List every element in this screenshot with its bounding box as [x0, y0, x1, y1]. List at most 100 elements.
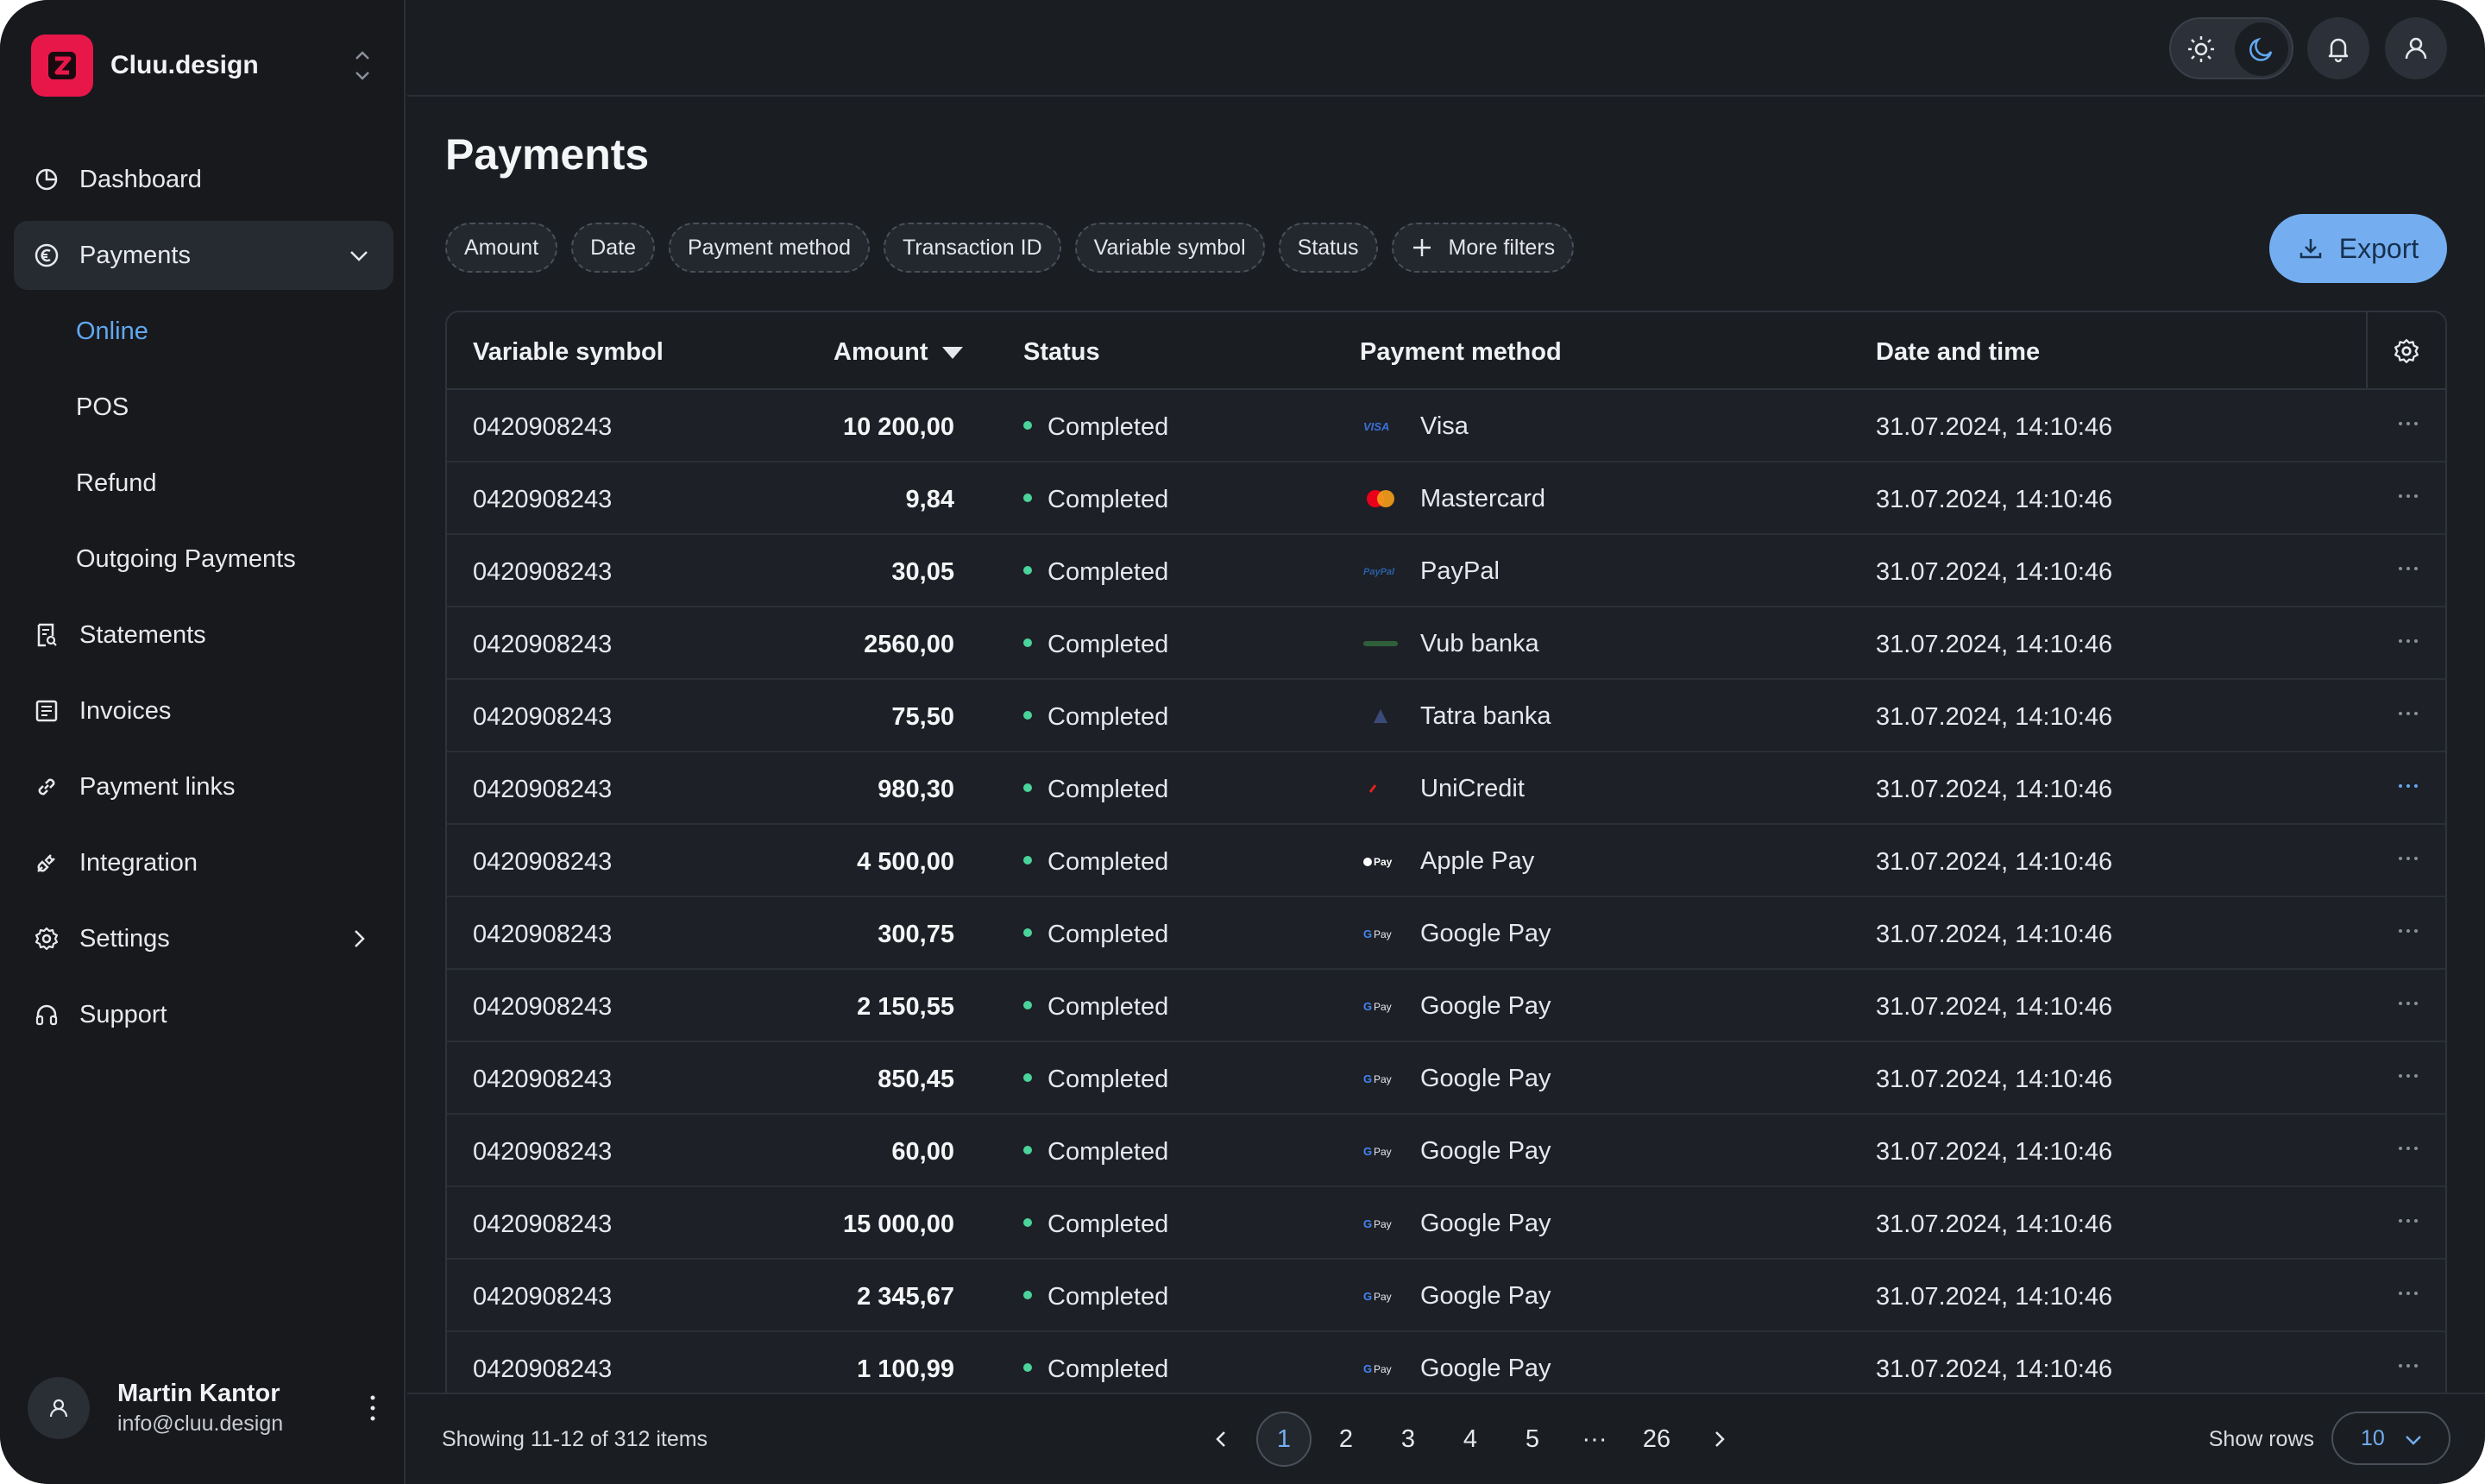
- filter-chip-date[interactable]: Date: [571, 223, 655, 273]
- sidebar-item-support[interactable]: Support: [14, 980, 393, 1049]
- more-horizontal-icon[interactable]: [2395, 990, 2421, 1016]
- page-4-button[interactable]: 4: [1443, 1412, 1498, 1467]
- sidebar-item-settings[interactable]: Settings: [14, 904, 393, 973]
- mastercard-logo-icon: [1360, 481, 1401, 516]
- filter-chip-transaction-id[interactable]: Transaction ID: [883, 223, 1061, 273]
- filter-chip-status[interactable]: Status: [1278, 223, 1378, 273]
- applepay-logo-icon: Pay: [1360, 844, 1401, 878]
- table-row[interactable]: 0420908243 75,50 Completed Tatra banka 31.07…: [447, 680, 2445, 752]
- user-profile[interactable]: Martin Kantor info@cluu.design: [28, 1374, 381, 1443]
- filter-bar: Amount Date Payment method Transaction I…: [445, 223, 1588, 273]
- more-horizontal-icon[interactable]: [2395, 1208, 2421, 1234]
- table-row[interactable]: 0420908243 10 200,00 Completed VISA Visa 31.0…: [447, 390, 2445, 462]
- status-dot-icon: [1023, 638, 1032, 648]
- table-row[interactable]: 0420908243 2560,00 Completed Vub banka 31.07…: [447, 607, 2445, 680]
- table-row[interactable]: 0420908243 9,84 Completed Mastercard 31.07.2…: [447, 462, 2445, 535]
- column-header-date[interactable]: Date and time: [1876, 338, 2040, 367]
- moon-icon[interactable]: [2235, 22, 2288, 76]
- column-header-status[interactable]: Status: [1023, 338, 1100, 367]
- brand-switcher[interactable]: Cluu.design: [31, 35, 376, 97]
- column-header-variable-symbol[interactable]: Variable symbol: [473, 338, 664, 367]
- cell-amount: 2 345,67: [857, 1283, 954, 1311]
- more-filters-button[interactable]: More filters: [1391, 223, 1575, 273]
- sidebar: Cluu.design Dashboard Payments Online PO…: [0, 0, 406, 1484]
- cell-status: Completed: [1023, 993, 1168, 1022]
- page-3-button[interactable]: 3: [1381, 1412, 1436, 1467]
- table-row[interactable]: 0420908243 980,30 Completed UniCredit 31.07.…: [447, 752, 2445, 825]
- rows-per-page-value: 10: [2361, 1425, 2385, 1450]
- table-row[interactable]: 0420908243 300,75 Completed G Pay Google Pay 3…: [447, 897, 2445, 970]
- more-horizontal-icon[interactable]: [2395, 773, 2421, 799]
- more-horizontal-icon[interactable]: [2395, 846, 2421, 871]
- more-horizontal-icon[interactable]: [2395, 628, 2421, 654]
- more-horizontal-icon[interactable]: [2395, 1353, 2421, 1379]
- column-header-payment-method[interactable]: Payment method: [1360, 338, 1562, 367]
- filter-chip-payment-method[interactable]: Payment method: [668, 223, 870, 273]
- table-row[interactable]: 0420908243 2 150,55 Completed G Pay Google Pa…: [447, 970, 2445, 1042]
- cell-variable-symbol: 0420908243: [473, 993, 613, 1021]
- payment-method-label: Google Pay: [1420, 1209, 1551, 1237]
- more-horizontal-icon[interactable]: [2395, 1280, 2421, 1306]
- chevron-right-icon: [1715, 1431, 1725, 1447]
- sidebar-nav: Dashboard Payments Online POS Refund Out…: [14, 145, 393, 1056]
- sidebar-subitem-outgoing-payments[interactable]: Outgoing Payments: [14, 525, 393, 594]
- page-5-button[interactable]: 5: [1505, 1412, 1560, 1467]
- sidebar-subitem-pos[interactable]: POS: [14, 373, 393, 442]
- notifications-button[interactable]: [2307, 17, 2369, 79]
- filter-chip-amount[interactable]: Amount: [445, 223, 558, 273]
- next-page-button[interactable]: [1691, 1412, 1746, 1467]
- status-label: Completed: [1047, 558, 1169, 586]
- sidebar-subitem-online[interactable]: Online: [14, 297, 393, 366]
- filter-chip-variable-symbol[interactable]: Variable symbol: [1074, 223, 1265, 273]
- status-dot-icon: [1023, 566, 1032, 575]
- sidebar-item-label: Support: [79, 1000, 167, 1028]
- table-row[interactable]: 0420908243 4 500,00 Completed Pay Apple Pay 3…: [447, 825, 2445, 897]
- page-2-button[interactable]: 2: [1318, 1412, 1374, 1467]
- pie-chart-icon: [33, 166, 60, 193]
- page-1-button[interactable]: 1: [1256, 1412, 1312, 1467]
- chevron-right-icon[interactable]: [345, 925, 373, 953]
- more-horizontal-icon[interactable]: [2395, 483, 2421, 509]
- sidebar-item-dashboard[interactable]: Dashboard: [14, 145, 393, 214]
- more-horizontal-icon[interactable]: [2395, 701, 2421, 726]
- sun-icon[interactable]: [2174, 22, 2228, 76]
- chevron-down-icon[interactable]: [345, 242, 373, 269]
- cell-date: 31.07.2024, 14:10:46: [1876, 776, 2113, 803]
- cell-amount: 15 000,00: [842, 1210, 954, 1238]
- table-row[interactable]: 0420908243 850,45 Completed G Pay Google Pay 3…: [447, 1042, 2445, 1115]
- table-row[interactable]: 0420908243 60,00 Completed G Pay Google Pay 31…: [447, 1115, 2445, 1187]
- more-vertical-icon[interactable]: [364, 1391, 381, 1425]
- cell-date: 31.07.2024, 14:10:46: [1876, 993, 2113, 1021]
- sidebar-item-integration[interactable]: Integration: [14, 828, 393, 897]
- prev-page-button[interactable]: [1194, 1412, 1249, 1467]
- rows-per-page-select[interactable]: 10: [2331, 1412, 2450, 1465]
- table-row[interactable]: 0420908243 15 000,00 Completed G Pay Google P…: [447, 1187, 2445, 1260]
- account-button[interactable]: [2385, 17, 2447, 79]
- more-horizontal-icon[interactable]: [2395, 1135, 2421, 1161]
- more-horizontal-icon[interactable]: [2395, 918, 2421, 944]
- more-horizontal-icon[interactable]: [2395, 556, 2421, 582]
- sidebar-item-payments[interactable]: Payments: [14, 221, 393, 290]
- sidebar-item-payment-links[interactable]: Payment links: [14, 752, 393, 821]
- theme-toggle[interactable]: [2169, 17, 2293, 79]
- more-horizontal-icon[interactable]: [2395, 1063, 2421, 1089]
- cell-date: 31.07.2024, 14:10:46: [1876, 848, 2113, 876]
- table-row[interactable]: 0420908243 2 345,67 Completed G Pay Google Pa…: [447, 1260, 2445, 1332]
- page-26-button[interactable]: 26: [1629, 1412, 1684, 1467]
- showing-count: Showing 11-12 of 312 items: [442, 1427, 708, 1451]
- table-row[interactable]: 0420908243 30,05 Completed PayPal PayPal 31.0…: [447, 535, 2445, 607]
- table-settings-button[interactable]: [2366, 312, 2445, 390]
- column-header-amount[interactable]: Amount: [834, 338, 963, 367]
- more-horizontal-icon[interactable]: [2395, 411, 2421, 437]
- app-window: Cluu.design Dashboard Payments Online PO…: [0, 0, 2485, 1484]
- chevron-updown-icon[interactable]: [349, 45, 376, 86]
- sidebar-item-invoices[interactable]: Invoices: [14, 676, 393, 745]
- gpay-logo-icon: G Pay: [1360, 1351, 1401, 1386]
- svg-text:Pay: Pay: [1374, 1291, 1392, 1303]
- sidebar-item-statements[interactable]: Statements: [14, 601, 393, 670]
- cell-payment-method: G Pay Google Pay: [1360, 916, 1551, 951]
- brand-name: Cluu.design: [110, 51, 259, 79]
- cell-amount: 30,05: [891, 558, 954, 586]
- sidebar-subitem-refund[interactable]: Refund: [14, 449, 393, 518]
- export-button[interactable]: Export: [2269, 214, 2447, 283]
